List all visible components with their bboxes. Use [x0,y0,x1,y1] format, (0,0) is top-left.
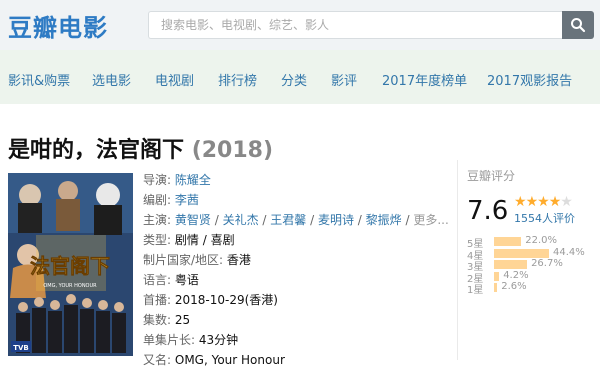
poster-title: 法官阁下 [30,254,110,278]
star-icon: ★ [514,194,527,210]
cast-row: 主演: 黄智贤 / 关礼杰 / 王君馨 / 麦明诗 / 黎振烨 / 更多... [143,213,449,227]
star-icon: ★ [525,194,539,210]
runtime-value: 43分钟 [198,333,239,347]
search-box [148,11,562,39]
poster-subtitle: OMG, YOUR HONOUR [43,283,97,289]
genre-value: 剧情 [174,233,199,247]
nav-item-chart[interactable]: 排行榜 [218,70,257,89]
runtime-label: 单集片长: [143,333,196,347]
language-label: 语言: [143,273,172,287]
rating-title: 豆瓣评分 [467,169,516,183]
episodes-value: 25 [174,313,191,327]
language-row: 语言: 粤语 [143,270,443,290]
aka-value: OMG, Your Honour [174,353,285,367]
page-title: 是咁的，法官阁下 (2018) [8,132,273,164]
cast-link[interactable]: 王君馨 [270,213,306,227]
director-row: 导演: 陈耀全 [143,170,443,190]
poster-tvb-logo: TVB [13,344,29,352]
star-icon: ★ [548,194,562,210]
search-input[interactable] [149,12,562,38]
language-value: 粤语 [174,273,199,287]
rating-bar-percent: 2.6% [501,281,527,292]
nav-item-explore[interactable]: 选电影 [92,70,131,89]
cast-link[interactable]: 麦明诗 [318,213,354,227]
rating-votes-link[interactable]: 1554人评价 [514,210,575,226]
nav-item-annual-report[interactable]: 2017观影报告 [487,70,572,89]
writer-row: 编剧: 李茜 [143,190,443,210]
rating-panel: 豆瓣评分 7.6 ★★★★★ 1554人评价 5星 22.0% 4星 44.4% 3星 2… [457,160,597,360]
rating-bar [494,260,528,269]
nav-item-tag[interactable]: 分类 [281,70,307,89]
rating-bar-percent: 26.7% [531,258,563,269]
douban-movie-logo[interactable]: 豆瓣电影 [8,8,108,43]
info-panel: 导演: 陈耀全 编剧: 李茜 主演: 黄智贤 / 关礼杰 / 王君馨 / 麦明诗… [143,170,449,370]
title-year: (2018) [191,138,274,163]
poster-art: 法官阁下 OMG, YOUR HONOUR TVB [8,173,133,356]
cast-link[interactable]: 关礼杰 [223,213,259,227]
region-value: 香港 [226,253,251,267]
cast-link[interactable]: 黄智贤 [175,213,211,227]
star-icon: ★ [560,194,573,210]
search-icon [571,18,586,33]
episodes-label: 集数: [143,313,172,327]
top-bar: 豆瓣电影 [0,0,600,50]
nav-item-tv[interactable]: 电视剧 [155,70,194,89]
title-name: 是咁的，法官阁下 [8,138,185,163]
cast-label: 主演: [143,213,172,227]
nav-item-showtimes[interactable]: 影讯&购票 [8,70,70,89]
rating-bar-percent: 22.0% [525,235,558,246]
genre-label: 类型: [143,233,172,247]
main-nav: 影讯&购票 选电影 电视剧 排行榜 分类 影评 2017年度榜单 2017观影报… [0,50,600,104]
rating-bar [494,237,522,246]
rating-bar-percent: 4.2% [503,269,529,281]
cast-more-link[interactable]: 更多... [413,213,448,227]
episodes-row: 集数: 25 [143,310,443,330]
rating-stars-icon: ★★★★★ [514,194,573,210]
writer-label: 编剧: [143,193,172,207]
aka-row: 又名: OMG, Your Honour [143,350,443,370]
premiere-value: 2018-10-29(香港) [174,293,278,307]
star-icon: ★ [537,194,550,210]
region-row: 制片国家/地区: 香港 [143,250,443,270]
premiere-row: 首播: 2018-10-29(香港) [143,290,443,310]
nav-item-review[interactable]: 影评 [331,70,357,89]
director-label: 导演: [143,173,172,187]
rating-bar [494,271,500,281]
rating-bar-percent: 44.4% [553,246,585,258]
search-button[interactable] [562,11,594,39]
nav-item-annual-list[interactable]: 2017年度榜单 [382,70,467,89]
rating-score: 7.6 [467,196,509,226]
rating-bar-label: 1星 [467,285,484,296]
poster[interactable]: 法官阁下 OMG, YOUR HONOUR TVB [8,173,133,356]
rating-bar [494,283,498,292]
runtime-row: 单集片长: 43分钟 [143,330,443,350]
cast-link[interactable]: 黎振烨 [366,213,402,227]
director-link[interactable]: 陈耀全 [175,173,211,187]
genre-row: 类型: 剧情 / 喜剧 [143,233,235,247]
aka-label: 又名: [143,353,172,367]
premiere-label: 首播: [143,293,172,307]
rating-bar [494,248,549,258]
genre-value: 喜剧 [210,233,235,247]
region-label: 制片国家/地区: [143,253,224,267]
writer-link[interactable]: 李茜 [175,193,199,207]
